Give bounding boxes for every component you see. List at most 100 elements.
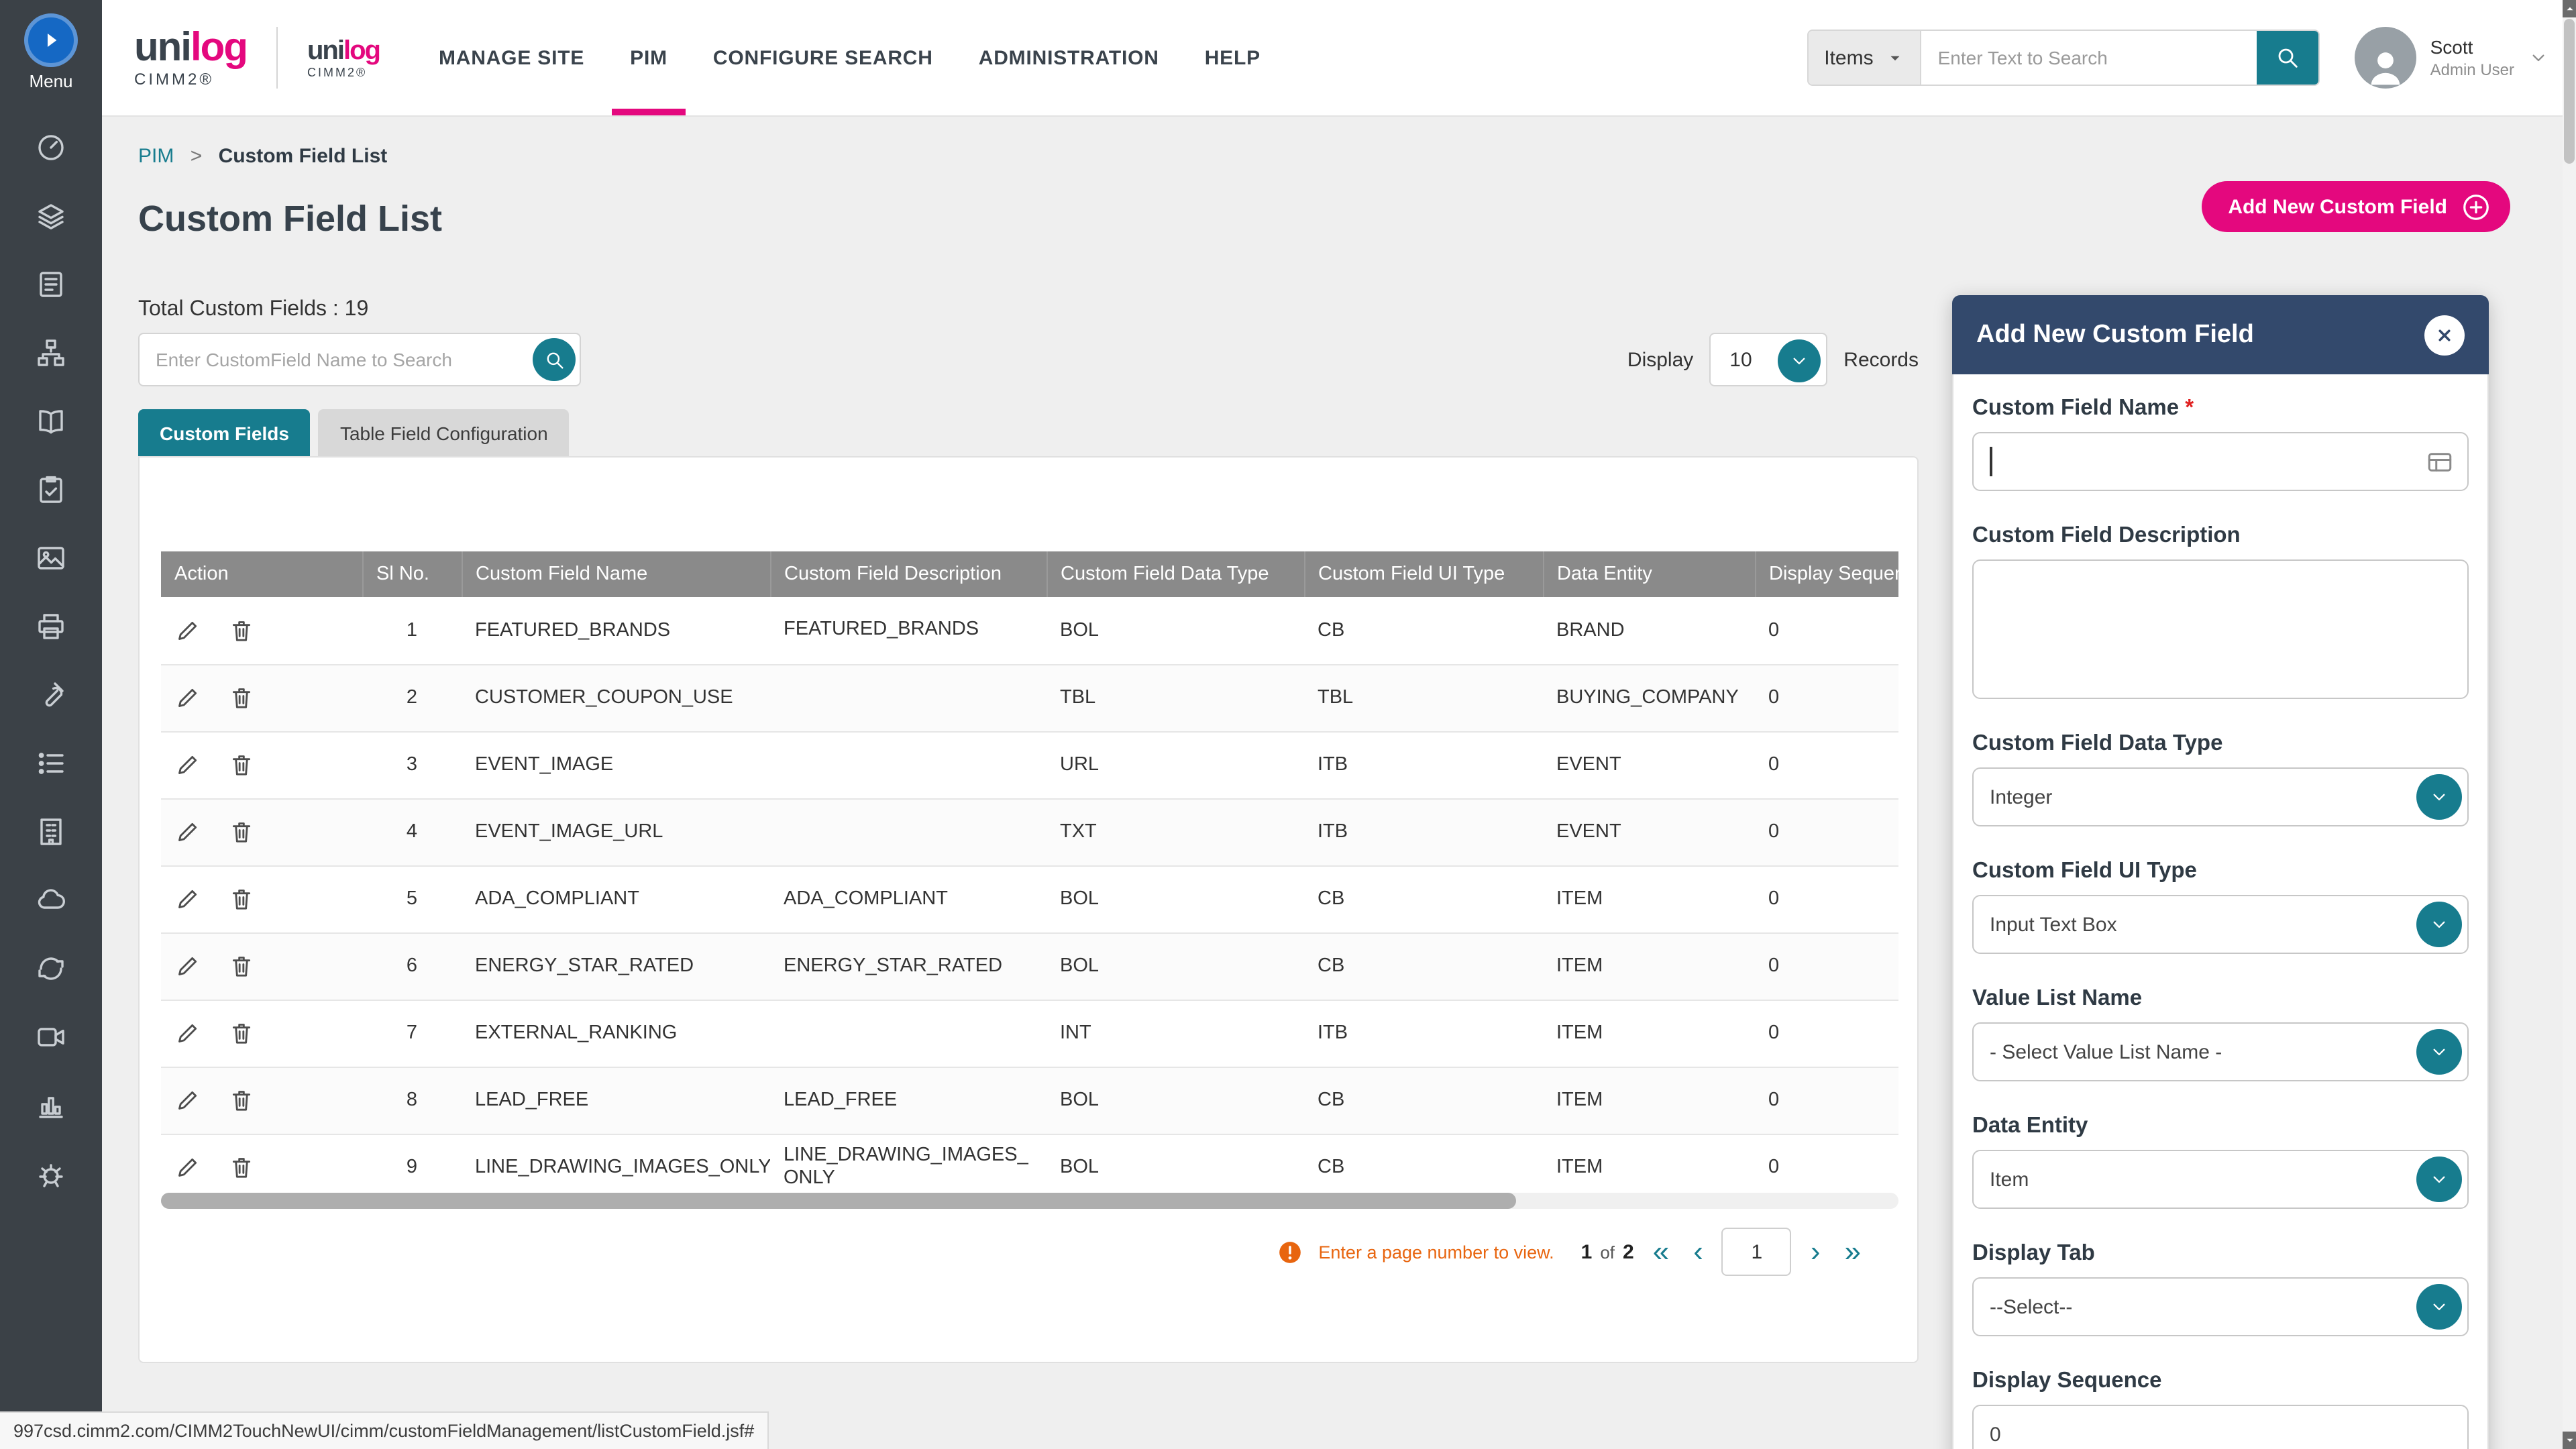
records-per-page-select[interactable]: 10 xyxy=(1709,333,1827,386)
breadcrumb-pim-link[interactable]: PIM xyxy=(138,145,174,168)
sidebar-item-layers[interactable] xyxy=(0,181,102,250)
scrollbar-thumb[interactable] xyxy=(161,1193,1516,1209)
edit-row-button[interactable] xyxy=(174,1087,201,1114)
tabs: Custom FieldsTable Field Configuration xyxy=(138,409,570,456)
column-header-custom-field-description[interactable]: Custom Field Description xyxy=(770,551,1046,597)
column-header-sl-no[interactable]: Sl No. xyxy=(362,551,462,597)
display-sequence-input[interactable]: 0 xyxy=(1972,1405,2469,1449)
sidebar-item-dashboard[interactable] xyxy=(0,113,102,181)
cell-sequence: 0 xyxy=(1755,597,1898,664)
custom-field-ui-type-select[interactable]: Input Text Box xyxy=(1972,895,2469,954)
table-row: 5 ADA_COMPLIANT ADA_COMPLIANT BOL CB ITE… xyxy=(161,865,1898,932)
tab-table-field-configuration[interactable]: Table Field Configuration xyxy=(319,409,570,456)
edit-row-button[interactable] xyxy=(174,885,201,912)
table-horizontal-scrollbar[interactable] xyxy=(161,1193,1898,1209)
edit-row-button[interactable] xyxy=(174,1154,201,1181)
page-number-input[interactable] xyxy=(1722,1228,1792,1276)
edit-row-button[interactable] xyxy=(174,684,201,711)
page-scrollbar-thumb[interactable] xyxy=(2564,19,2575,164)
nav-manage-site[interactable]: MANAGE SITE xyxy=(439,0,584,115)
chevron-down-icon[interactable] xyxy=(2416,1157,2462,1202)
delete-row-button[interactable] xyxy=(228,953,255,979)
column-header-display-sequence[interactable]: Display Sequence xyxy=(1755,551,1898,597)
column-header-custom-field-name[interactable]: Custom Field Name xyxy=(462,551,770,597)
scroll-down-button[interactable] xyxy=(2563,1432,2576,1449)
delete-row-button[interactable] xyxy=(228,617,255,644)
cell-entity: ITEM xyxy=(1543,1067,1755,1134)
column-header-custom-field-data-type[interactable]: Custom Field Data Type xyxy=(1046,551,1304,597)
cell-data-type: BOL xyxy=(1046,865,1304,932)
sidebar-item-tasks[interactable] xyxy=(0,455,102,523)
user-menu[interactable]: Scott Admin User xyxy=(2355,27,2549,89)
first-page-button[interactable]: « xyxy=(1650,1237,1672,1267)
edit-row-button[interactable] xyxy=(174,953,201,979)
search-scope-select[interactable]: Items xyxy=(1808,31,1921,85)
main-nav: MANAGE SITE PIM CONFIGURE SEARCH ADMINISTRA… xyxy=(439,0,1260,115)
customfield-search-button[interactable] xyxy=(533,338,576,381)
analytics-icon xyxy=(35,1089,67,1121)
delete-row-button[interactable] xyxy=(228,818,255,845)
sidebar-item-company[interactable] xyxy=(0,797,102,865)
sidebar-item-journal[interactable] xyxy=(0,250,102,318)
delete-row-button[interactable] xyxy=(228,1154,255,1181)
sidebar-item-images[interactable] xyxy=(0,523,102,592)
column-header-action[interactable]: Action xyxy=(161,551,362,597)
sidebar-item-cloud[interactable] xyxy=(0,865,102,934)
nav-configure-search[interactable]: CONFIGURE SEARCH xyxy=(713,0,933,115)
sidebar-item-list[interactable] xyxy=(0,729,102,797)
sidebar-item-sitemap[interactable] xyxy=(0,318,102,386)
sidebar-item-bug[interactable] xyxy=(0,1139,102,1208)
top-header: unilog CIMM2® unilog CIMM2® MANAGE SITEP… xyxy=(102,0,2576,115)
sidebar-item-media[interactable] xyxy=(0,1002,102,1071)
cell-ui-type: CB xyxy=(1304,597,1543,664)
customfield-search-input[interactable] xyxy=(138,333,581,386)
menu-arrow-icon xyxy=(38,27,64,54)
menu-button[interactable]: Menu xyxy=(24,13,78,91)
edit-row-button[interactable] xyxy=(174,1020,201,1046)
page-scrollbar[interactable] xyxy=(2563,0,2576,1449)
nav-administration[interactable]: ADMINISTRATION xyxy=(979,0,1159,115)
close-panel-button[interactable] xyxy=(2424,315,2465,355)
cell-sequence: 0 xyxy=(1755,865,1898,932)
column-header-custom-field-ui-type[interactable]: Custom Field UI Type xyxy=(1304,551,1543,597)
chevron-down-icon[interactable] xyxy=(2416,902,2462,947)
display-tab-select[interactable]: --Select-- xyxy=(1972,1277,2469,1336)
add-new-custom-field-button[interactable]: Add New Custom Field xyxy=(2201,181,2510,232)
previous-page-button[interactable]: ‹ xyxy=(1690,1237,1706,1267)
sidebar-item-print[interactable] xyxy=(0,592,102,660)
edit-row-button[interactable] xyxy=(174,818,201,845)
value-list-name-select[interactable]: - Select Value List Name - xyxy=(1972,1022,2469,1081)
tab-custom-fields[interactable]: Custom Fields xyxy=(138,409,311,456)
chevron-down-icon[interactable] xyxy=(2416,1284,2462,1330)
custom-field-description-textarea[interactable] xyxy=(1972,559,2469,699)
scroll-up-button[interactable] xyxy=(2563,0,2576,17)
delete-row-button[interactable] xyxy=(228,885,255,912)
edit-row-button[interactable] xyxy=(174,751,201,778)
edit-row-button[interactable] xyxy=(174,617,201,644)
sidebar-item-book[interactable] xyxy=(0,386,102,455)
data-entity-select[interactable]: Item xyxy=(1972,1150,2469,1209)
chevron-down-icon[interactable] xyxy=(2416,1029,2462,1075)
chevron-down-icon[interactable] xyxy=(2416,774,2462,820)
delete-row-button[interactable] xyxy=(228,1087,255,1114)
input-lookup-icon xyxy=(2426,448,2454,476)
nav-help[interactable]: HELP xyxy=(1205,0,1260,115)
nav-pim[interactable]: PIM xyxy=(630,0,667,115)
last-page-button[interactable]: » xyxy=(1842,1237,1864,1267)
custom-field-name-input[interactable] xyxy=(1972,432,2469,491)
sidebar-item-analytics[interactable] xyxy=(0,1071,102,1139)
sidebar-item-sync[interactable] xyxy=(0,934,102,1002)
chevron-down-icon[interactable] xyxy=(1778,339,1821,382)
custom-field-data-type-select[interactable]: Integer xyxy=(1972,767,2469,826)
header-search-button[interactable] xyxy=(2257,31,2319,85)
cell-ui-type: CB xyxy=(1304,1067,1543,1134)
delete-row-button[interactable] xyxy=(228,1020,255,1046)
records-per-page-value: 10 xyxy=(1729,348,1752,371)
next-page-button[interactable]: › xyxy=(1808,1237,1823,1267)
header-search-input[interactable] xyxy=(1922,31,2257,85)
column-header-data-entity[interactable]: Data Entity xyxy=(1543,551,1755,597)
delete-row-button[interactable] xyxy=(228,751,255,778)
sidebar-item-tools[interactable] xyxy=(0,660,102,729)
user-meta: Scott Admin User xyxy=(2430,37,2514,79)
delete-row-button[interactable] xyxy=(228,684,255,711)
